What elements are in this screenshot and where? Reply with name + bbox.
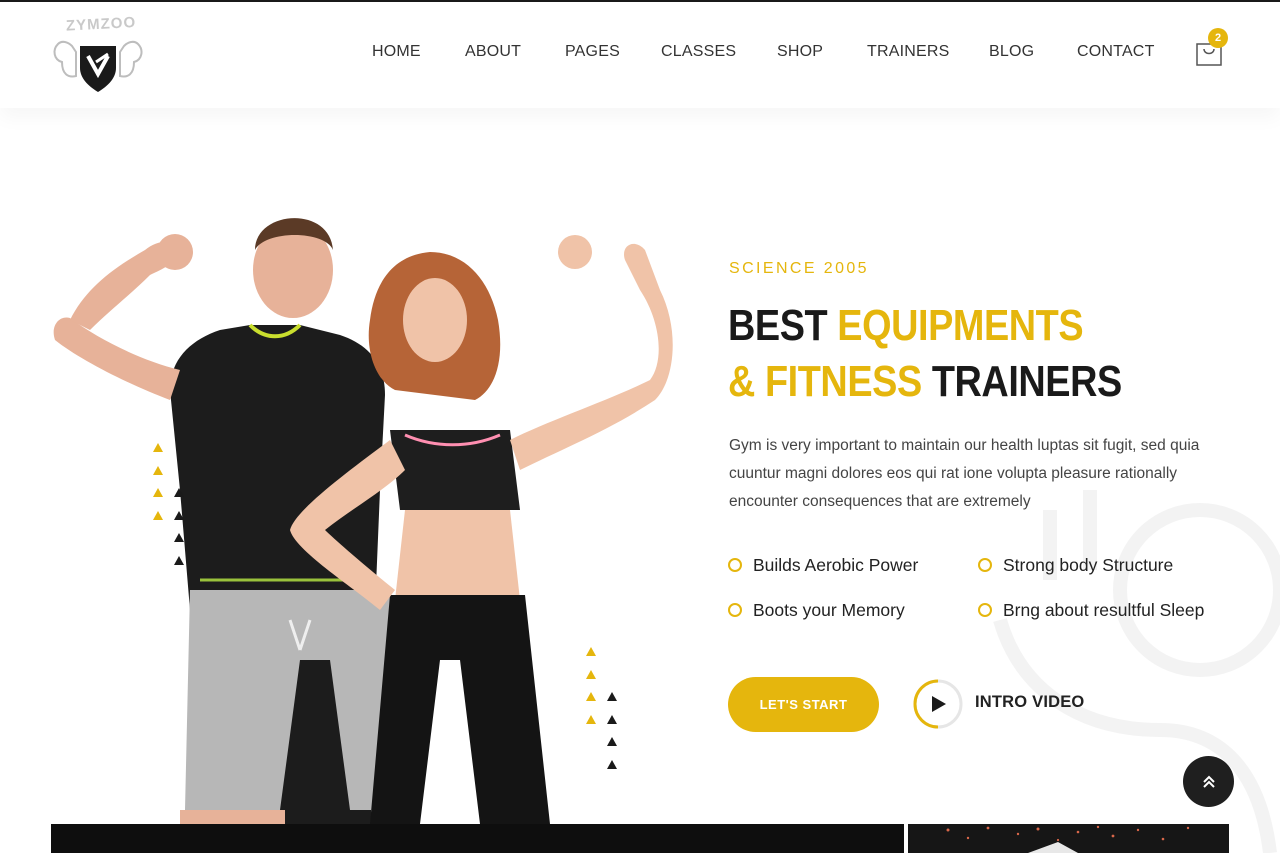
circle-bullet-icon (978, 558, 992, 572)
intro-video-label[interactable]: INTRO VIDEO (975, 693, 1084, 712)
hero-description: Gym is very important to maintain our he… (729, 437, 1200, 510)
cart-count-badge: 2 (1208, 28, 1228, 48)
feature-label: Builds Aerobic Power (753, 555, 919, 575)
triangle-decor (607, 715, 617, 724)
triangle-decor (153, 466, 163, 475)
hero-eyebrow: SCIENCE 2005 (729, 260, 869, 277)
triangle-decor (174, 556, 184, 565)
headline-accent: & FITNESS (728, 357, 932, 406)
scroll-to-top-button[interactable] (1183, 756, 1234, 807)
section-preview-image (908, 824, 1229, 853)
triangle-decor (586, 670, 596, 679)
nav-about[interactable]: ABOUT (465, 43, 521, 61)
feature-label: Strong body Structure (1003, 555, 1174, 575)
triangle-decor (174, 488, 184, 497)
triangle-decor (153, 443, 163, 452)
nav-pages[interactable]: PAGES (565, 43, 620, 61)
play-icon (913, 679, 963, 729)
triangle-decor (607, 692, 617, 701)
nav-classes[interactable]: CLASSES (661, 43, 736, 61)
man-figure (53, 218, 400, 824)
hero-headline: BEST EQUIPMENTS & FITNESS TRAINERS (728, 298, 1122, 410)
site-logo[interactable]: ZYMZOO (52, 14, 144, 96)
sparks-image (946, 825, 1190, 853)
triangle-decor (153, 511, 163, 520)
hero-athletes-image (53, 218, 673, 824)
triangle-decor (174, 511, 184, 520)
triangle-decor (153, 488, 163, 497)
logo-emblem-icon (53, 40, 143, 92)
nav-blog[interactable]: BLOG (989, 43, 1034, 61)
circle-bullet-icon (978, 603, 992, 617)
nav-trainers[interactable]: TRAINERS (867, 43, 950, 61)
circle-bullet-icon (728, 558, 742, 572)
nav-home[interactable]: HOME (372, 43, 421, 61)
nav-contact[interactable]: CONTACT (1077, 43, 1155, 61)
headline-word: BEST (728, 301, 838, 350)
intro-video-play-button[interactable] (912, 678, 964, 730)
triangle-decor (607, 737, 617, 746)
triangle-decor (586, 715, 596, 724)
triangle-decor (586, 647, 596, 656)
triangle-decor (586, 692, 596, 701)
headline-word: TRAINERS (931, 357, 1122, 406)
feature-label: Boots your Memory (753, 600, 905, 620)
headline-accent: EQUIPMENTS (837, 301, 1084, 350)
triangle-decor (607, 760, 617, 769)
double-chevron-up-icon (1202, 775, 1215, 788)
circle-bullet-icon (728, 603, 742, 617)
watermark-graphic (993, 490, 1280, 853)
feature-label: Brng about resultful Sleep (1003, 600, 1205, 620)
site-header: ZYMZOO HOME ABOUT PAGES CLASSES SHOP TRA… (0, 2, 1280, 108)
section-preview-image (51, 824, 904, 853)
triangle-decor (174, 533, 184, 542)
nav-shop[interactable]: SHOP (777, 43, 823, 61)
lets-start-button[interactable]: LET'S START (728, 677, 879, 732)
